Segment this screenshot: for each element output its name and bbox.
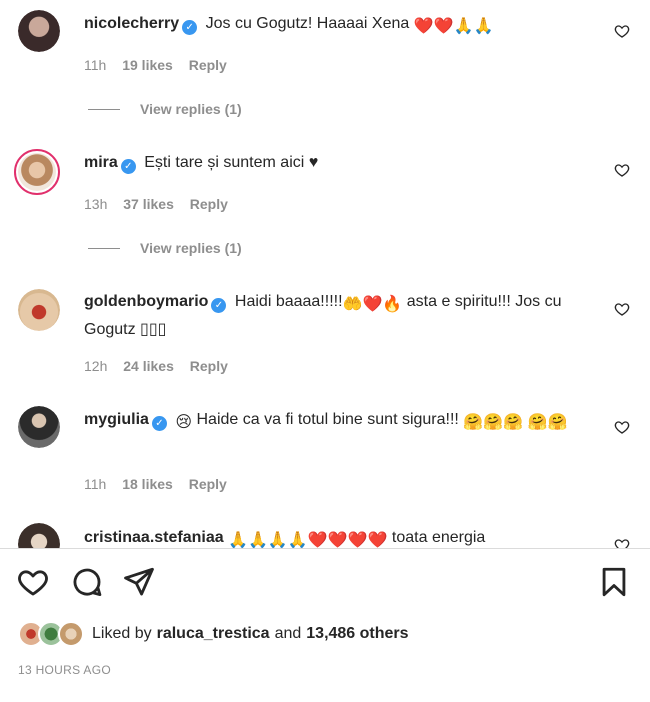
verified-badge-icon: ✓ <box>182 20 198 35</box>
comment-username[interactable]: cristinaa.stefaniaa <box>84 529 224 546</box>
heart-outline-icon[interactable] <box>614 537 630 548</box>
avatar[interactable] <box>18 523 60 548</box>
comment-emoji: ❤️❤️🙏🙏 <box>413 18 494 35</box>
liked-by-count[interactable]: 13,486 others <box>306 625 408 643</box>
section-divider <box>0 548 650 549</box>
avatar[interactable] <box>18 10 60 52</box>
comment-bubble-icon[interactable] <box>70 565 104 599</box>
post-timestamp: 13 HOURS AGO <box>18 663 111 677</box>
comment-emoji: 😢 <box>175 414 193 431</box>
divider-line <box>88 108 120 110</box>
comments-list: nicolecherry ✓ Jos cu Gogutz! Haaaai Xena… <box>0 0 650 548</box>
comment-body: cristinaa.stefaniaa 🙏🙏🙏🙏❤️❤️❤️❤️ toata e… <box>84 525 594 548</box>
comment-time: 12h <box>84 358 108 374</box>
heart-outline-icon[interactable] <box>614 419 630 435</box>
comment-time: 13h <box>84 196 108 212</box>
comment-body: nicolecherry ✓ Jos cu Gogutz! Haaaai Xena… <box>84 11 594 39</box>
comment-likes[interactable]: 37 likes <box>123 196 174 212</box>
comment-emoji: 🤗🤗🤗 <box>463 414 524 431</box>
comment-body: mira ✓ Ești tare și suntem aici ♥ <box>84 150 594 175</box>
comment-username[interactable]: nicolecherry <box>84 15 179 32</box>
comment-text-glyphs: ▯▯▯ <box>140 321 167 338</box>
verified-badge-icon: ✓ <box>151 416 167 431</box>
verified-badge-icon: ✓ <box>211 298 227 313</box>
post-actions-bar <box>0 565 650 605</box>
paper-plane-icon[interactable] <box>122 565 156 599</box>
avatar <box>58 621 84 647</box>
comment-likes[interactable]: 18 likes <box>122 476 173 492</box>
comment-text: Ești tare și suntem aici <box>144 154 305 171</box>
reply-button[interactable]: Reply <box>190 358 228 374</box>
comment-text: Haide ca va fi totul bine sunt sigura!!! <box>196 411 459 428</box>
avatar[interactable] <box>18 406 60 448</box>
comment-emoji: 🤗🤗 <box>527 414 568 431</box>
comment-time: 11h <box>84 476 107 492</box>
liked-by-user[interactable]: raluca_trestica <box>157 625 270 643</box>
comment-meta: 11h 18 likes Reply <box>84 476 239 492</box>
comment-emoji: ♥ <box>308 154 319 171</box>
divider-line <box>88 247 120 249</box>
view-replies-button[interactable]: View replies (1) <box>88 101 242 117</box>
avatar[interactable] <box>14 149 60 195</box>
comment-time: 11h <box>84 57 107 73</box>
comment-likes[interactable]: 24 likes <box>123 358 174 374</box>
liked-avatars[interactable] <box>18 621 88 647</box>
comment-username[interactable]: mygiulia <box>84 411 149 428</box>
liked-by-middle: and <box>274 625 302 642</box>
verified-badge-icon: ✓ <box>120 159 136 174</box>
reply-button[interactable]: Reply <box>189 476 227 492</box>
comment-emoji: 🙏🙏🙏🙏❤️❤️❤️❤️ <box>228 532 388 548</box>
view-replies-button[interactable]: View replies (1) <box>88 240 242 256</box>
heart-outline-icon[interactable] <box>614 162 630 178</box>
comment-username[interactable]: mira <box>84 154 118 171</box>
comment-text: Haidi baaaa!!!!! <box>234 293 343 310</box>
comment-body: goldenboymario ✓ Haidi baaaa!!!!!🤲❤️🔥 ast… <box>84 289 594 342</box>
reply-button[interactable]: Reply <box>190 196 228 212</box>
comment-meta: 11h 19 likes Reply <box>84 57 239 73</box>
comment-likes[interactable]: 19 likes <box>122 57 173 73</box>
view-replies-label: View replies (1) <box>140 101 242 117</box>
heart-outline-icon[interactable] <box>614 23 630 39</box>
comment-text: Jos cu Gogutz! Haaaai Xena <box>205 15 410 32</box>
liked-by-prefix: Liked by <box>92 625 152 642</box>
liked-by-row: Liked by raluca_trestica and 13,486 othe… <box>18 620 409 648</box>
comment-meta: 12h 24 likes Reply <box>84 358 240 374</box>
comment-username[interactable]: goldenboymario <box>84 293 208 310</box>
comment-meta: 13h 37 likes Reply <box>84 196 240 212</box>
bookmark-icon[interactable] <box>597 565 631 599</box>
comment-text: toata energia <box>391 529 486 546</box>
comment-body: mygiulia ✓ 😢 Haide ca va fi totul bine su… <box>84 407 594 435</box>
avatar[interactable] <box>18 289 60 331</box>
heart-outline-icon[interactable] <box>16 565 50 599</box>
comment-emoji: 🤲❤️🔥 <box>342 296 403 313</box>
view-replies-label: View replies (1) <box>140 240 242 256</box>
heart-outline-icon[interactable] <box>614 301 630 317</box>
reply-button[interactable]: Reply <box>189 57 227 73</box>
